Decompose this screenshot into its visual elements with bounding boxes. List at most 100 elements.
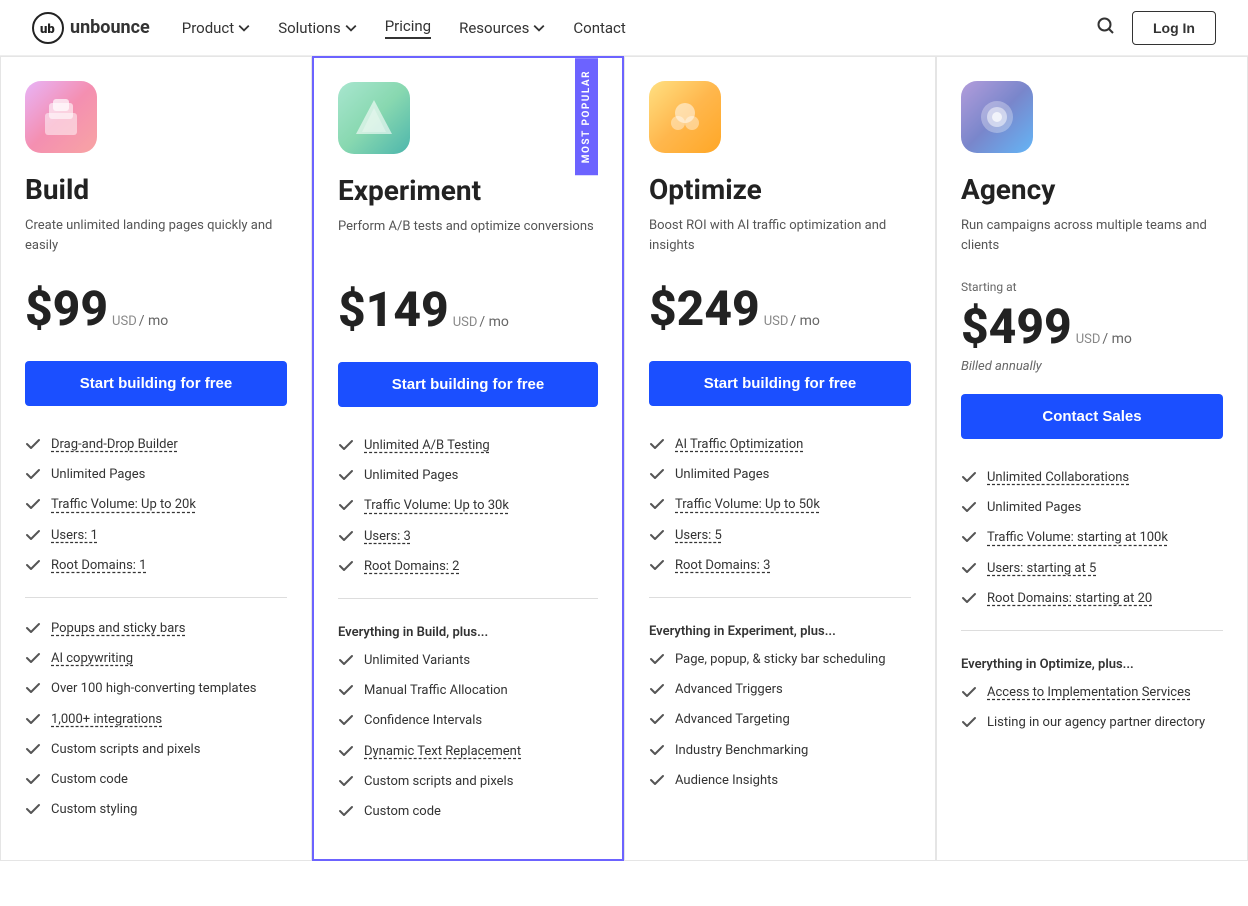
feature-item: Custom scripts and pixels [25,735,287,765]
feature-item: Access to Implementation Services [961,678,1223,708]
feature-item: Unlimited Collaborations [961,463,1223,493]
check-icon [25,466,41,482]
check-icon [649,711,665,727]
plan-icon-build [25,81,97,153]
feature-item: Unlimited Pages [25,460,287,490]
check-icon [25,650,41,666]
check-icon [338,652,354,668]
feature-item: Users: 5 [649,521,911,551]
check-icon [961,499,977,515]
features-divider-build [25,597,287,598]
plan-icon-agency [961,81,1033,153]
check-icon [649,496,665,512]
check-icon [649,681,665,697]
check-icon [649,436,665,452]
check-icon [649,651,665,667]
feature-item: Unlimited A/B Testing [338,431,598,461]
feature-item: Users: 3 [338,522,598,552]
feature-item: Advanced Targeting [649,705,911,735]
feature-item: Confidence Intervals [338,706,598,736]
check-icon [338,497,354,513]
plan-card-experiment: MOST POPULARExperimentPerform A/B tests … [312,56,624,861]
nav-resources[interactable]: Resources [459,19,545,37]
chevron-down-icon [533,22,545,34]
everything-plus-agency: Everything in Optimize, plus... [961,647,1223,678]
check-icon [649,527,665,543]
check-icon [338,773,354,789]
nav-links: Product Solutions Pricing Resources Cont… [182,17,1096,39]
check-icon [25,496,41,512]
check-icon [649,557,665,573]
features-divider-experiment [338,598,598,599]
search-icon[interactable] [1096,16,1116,40]
cta-button-experiment[interactable]: Start building for free [338,362,598,407]
nav-pricing[interactable]: Pricing [385,17,431,39]
features-divider-optimize [649,597,911,598]
svg-text:ub: ub [40,22,55,37]
logo-text: unbounce [70,17,150,38]
feature-item: Advanced Triggers [649,675,911,705]
check-icon [25,680,41,696]
feature-item: Unlimited Pages [649,460,911,490]
logo-icon: ub [32,12,64,44]
plan-name-optimize: Optimize [649,173,911,206]
nav-solutions[interactable]: Solutions [278,19,357,37]
feature-item: Root Domains: starting at 20 [961,584,1223,614]
everything-plus-experiment: Everything in Build, plus... [338,615,598,646]
feature-item: Traffic Volume: starting at 100k [961,523,1223,553]
plan-price-period-experiment: / mo [479,314,509,330]
login-button[interactable]: Log In [1132,11,1216,45]
plan-price-amount-optimize: $249 [649,280,760,337]
feature-item: Industry Benchmarking [649,736,911,766]
feature-item: Listing in our agency partner directory [961,708,1223,738]
feature-item: AI copywriting [25,644,287,674]
check-icon [25,557,41,573]
plan-billed-agency: Billed annually [961,359,1223,374]
plan-price-period-build: / mo [139,313,169,329]
check-icon [25,801,41,817]
logo[interactable]: ub unbounce [32,12,150,44]
check-icon [649,466,665,482]
check-icon [961,529,977,545]
chevron-down-icon [345,22,357,34]
plan-price-usd-agency: USD [1076,332,1101,347]
plan-desc-agency: Run campaigns across multiple teams and … [961,216,1223,260]
plan-card-build: BuildCreate unlimited landing pages quic… [0,56,312,861]
plan-name-agency: Agency [961,173,1223,206]
nav-contact[interactable]: Contact [573,19,625,37]
cta-button-optimize[interactable]: Start building for free [649,361,911,406]
feature-item: Traffic Volume: Up to 20k [25,490,287,520]
check-icon [338,803,354,819]
check-icon [961,469,977,485]
plan-price-amount-build: $99 [25,280,108,337]
features-basic-experiment: Unlimited A/B Testing Unlimited Pages Tr… [338,431,598,582]
plan-price-usd-experiment: USD [453,315,478,330]
nav-product[interactable]: Product [182,19,250,37]
cta-button-build[interactable]: Start building for free [25,361,287,406]
cta-button-agency[interactable]: Contact Sales [961,394,1223,439]
plan-desc-optimize: Boost ROI with AI traffic optimization a… [649,216,911,260]
feature-item: Root Domains: 2 [338,552,598,582]
feature-item: Root Domains: 3 [649,551,911,581]
plan-desc-experiment: Perform A/B tests and optimize conversio… [338,217,598,261]
check-icon [25,436,41,452]
plan-desc-build: Create unlimited landing pages quickly a… [25,216,287,260]
check-icon [25,771,41,787]
feature-item: Audience Insights [649,766,911,796]
plan-price-period-agency: / mo [1102,331,1132,347]
everything-plus-optimize: Everything in Experiment, plus... [649,614,911,645]
chevron-down-icon [238,22,250,34]
feature-item: Unlimited Variants [338,646,598,676]
feature-item: Dynamic Text Replacement [338,737,598,767]
pricing-grid: BuildCreate unlimited landing pages quic… [0,56,1248,861]
plan-price-agency: $499 USD / mo [961,298,1223,355]
check-icon [961,590,977,606]
plan-price-amount-agency: $499 [961,298,1072,355]
feature-item: Root Domains: 1 [25,551,287,581]
plan-icon-optimize [649,81,721,153]
check-icon [338,712,354,728]
feature-item: Unlimited Pages [338,461,598,491]
feature-item: Popups and sticky bars [25,614,287,644]
check-icon [961,714,977,730]
check-icon [961,684,977,700]
